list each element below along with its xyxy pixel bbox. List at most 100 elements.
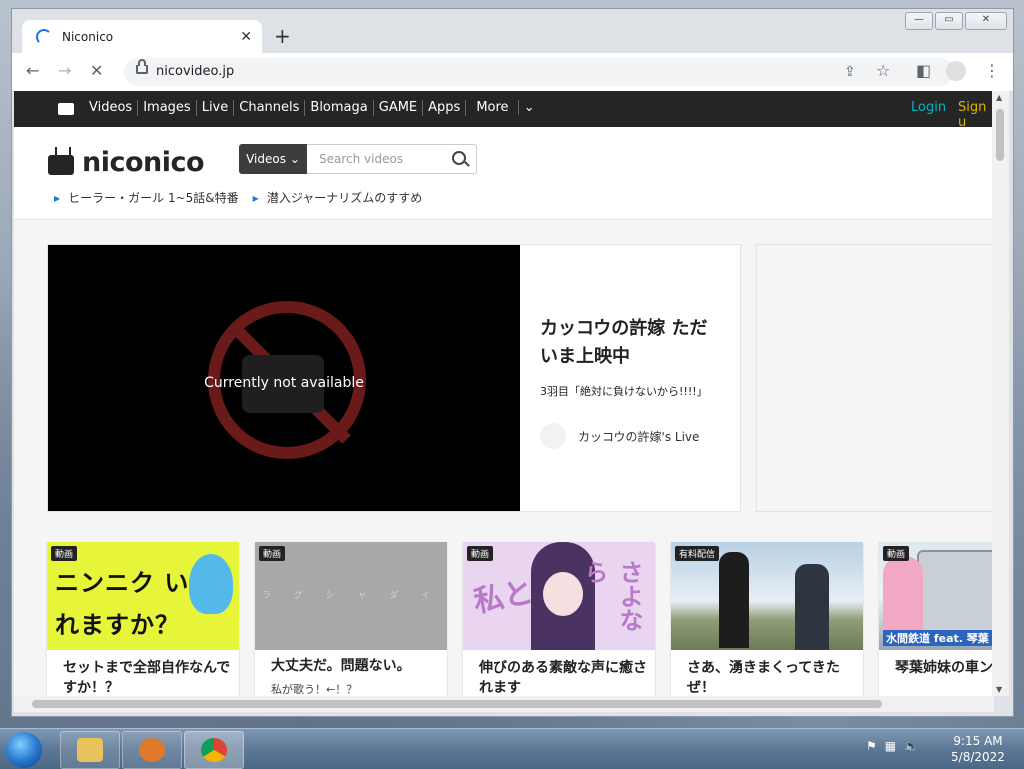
video-card[interactable]: 有料配信 さあ、湧きまくってきたぜ！ [671, 542, 863, 696]
action-center-flag-icon[interactable]: ⚑ [866, 739, 877, 753]
card-badge: 動画 [883, 546, 910, 561]
search-icon[interactable] [452, 151, 466, 165]
card-badge: 動画 [467, 546, 494, 561]
browser-toolbar: ← → ✕ nicovideo.jp ⇪ ☆ ◧ ⋮ [12, 53, 1013, 92]
page-viewport: Videos Images Live Channels Blomaga GAME… [14, 91, 994, 696]
start-button[interactable] [6, 732, 42, 768]
nav-blomaga[interactable]: Blomaga [304, 100, 372, 116]
folder-icon [77, 738, 103, 762]
video-player[interactable]: Currently not available [48, 245, 520, 511]
close-tab-icon[interactable]: ✕ [240, 29, 252, 45]
taskbar: ⚑ ▦ 🔈 9:15 AM 5/8/2022 [0, 728, 1024, 769]
network-icon[interactable]: ▦ [885, 739, 896, 753]
nav-channels[interactable]: Channels [233, 100, 304, 116]
card-title: さあ、湧きまくってきたぜ！ [687, 660, 840, 696]
person-illustration [795, 564, 829, 650]
card-badge: 動画 [259, 546, 286, 561]
scroll-down-icon[interactable]: ▼ [996, 685, 1002, 694]
volume-icon[interactable]: 🔈 [904, 739, 919, 753]
person-illustration [719, 552, 749, 648]
featured-subtitle: 3羽目「絶対に負けないから!!!!」 [540, 385, 708, 398]
loading-spinner-icon [36, 28, 52, 45]
card-thumbnail: 動画 水間鉄道 feat. 琴葉 [879, 542, 994, 650]
channel-avatar [540, 423, 566, 449]
train-illustration [917, 550, 994, 636]
card-thumbnail: 動画 ラ グ シ ャ ダ イ [255, 542, 447, 650]
login-link[interactable]: Login [911, 100, 946, 115]
menu-kebab-icon[interactable]: ⋮ [984, 62, 1000, 80]
chevron-down-icon: ⌄ [517, 100, 540, 115]
nav-apps[interactable]: Apps [422, 100, 465, 116]
back-arrow-icon[interactable]: ← [26, 62, 39, 80]
trending-tag-2[interactable]: 潜入ジャーナリズムのすすめ [253, 189, 422, 206]
media-player-icon [139, 738, 165, 762]
taskbar-chrome[interactable] [184, 731, 244, 769]
close-window-button[interactable]: ✕ [965, 12, 1007, 30]
taskbar-explorer[interactable] [60, 731, 120, 769]
video-card[interactable]: 動画 ラ グ シ ャ ダ イ 大丈夫だ。問題ない。 私が歌う！←！？ [255, 542, 447, 696]
tab-title: Niconico [62, 29, 114, 44]
card-thumbnail: 有料配信 [671, 542, 863, 650]
maximize-button[interactable]: ▭ [935, 12, 963, 30]
niconico-top-bar: Videos Images Live Channels Blomaga GAME… [14, 91, 994, 130]
minimize-button[interactable]: — [905, 12, 933, 30]
channel-name: カッコウの許嫁's Live [578, 429, 700, 444]
nav-more[interactable]: More ⌄ [465, 100, 544, 116]
scrollbar-thumb[interactable] [32, 700, 882, 708]
nav-live[interactable]: Live [195, 100, 234, 116]
browser-window: — ▭ ✕ Niconico ✕ + ← → ✕ nicovideo.jp ⇪ … [11, 8, 1014, 717]
horizontal-scrollbar[interactable] [14, 696, 994, 712]
nav-more-label: More [476, 100, 509, 115]
thumb-text: ニンニク いれますか？ [55, 569, 190, 639]
featured-info: カッコウの許嫁 ただいま上映中 3羽目「絶対に負けないから!!!!」 カッコウの… [540, 315, 720, 449]
search-type-label: Videos [246, 152, 286, 166]
vertical-scrollbar[interactable]: ▲ ▼ [992, 91, 1009, 696]
card-badge: 有料配信 [675, 546, 720, 561]
side-panel-icon[interactable]: ◧ [916, 62, 931, 80]
search-input[interactable] [317, 145, 451, 173]
featured-title[interactable]: カッコウの許嫁 ただいま上映中 [540, 315, 720, 371]
niconico-tv-icon[interactable] [58, 103, 74, 115]
featured-channel[interactable]: カッコウの許嫁's Live [540, 423, 720, 449]
trending-tag-1[interactable]: ヒーラー・ガール 1~5話&特番 [54, 189, 239, 206]
bookmark-star-icon[interactable]: ☆ [876, 62, 890, 80]
trending-tags: ヒーラー・ガール 1~5話&特番 潜入ジャーナリズムのすすめ [54, 189, 422, 206]
chevron-down-icon: ⌄ [289, 152, 300, 166]
card-thumbnail: 動画 私と さよなら [463, 542, 655, 650]
video-card[interactable]: 動画 ニンニク いれますか？ セットまで全部自作なんですか！？ [47, 542, 239, 696]
share-icon[interactable]: ⇪ [844, 63, 856, 81]
stop-loading-icon[interactable]: ✕ [90, 62, 103, 80]
thumb-text: ラ グ シ ャ ダ イ [261, 591, 441, 601]
niconico-logo[interactable]: niconico [48, 147, 228, 178]
character-illustration [189, 554, 233, 614]
browser-tab[interactable]: Niconico ✕ [22, 20, 262, 53]
card-title: 伸びのある素敵な声に癒されます [479, 660, 647, 696]
scrollbar-thumb[interactable] [996, 109, 1004, 161]
search-type-select[interactable]: Videos ⌄ [239, 144, 307, 174]
side-ad-panel [756, 244, 994, 512]
video-card[interactable]: 動画 水間鉄道 feat. 琴葉 琴葉姉妹の車ンス！ [879, 542, 994, 696]
service-nav: Videos Images Live Channels Blomaga GAME… [84, 100, 545, 116]
card-title: セットまで全部自作なんですか！？ [63, 660, 231, 696]
player-message: Currently not available [204, 375, 364, 391]
video-card[interactable]: 動画 私と さよなら 伸びのある素敵な声に癒されます [463, 542, 655, 696]
nav-game[interactable]: GAME [372, 100, 422, 116]
nav-images[interactable]: Images [137, 100, 196, 116]
scroll-up-icon[interactable]: ▲ [996, 93, 1002, 102]
system-tray: ⚑ ▦ 🔈 [866, 739, 919, 753]
forward-arrow-icon[interactable]: → [58, 62, 71, 80]
url-text: nicovideo.jp [156, 64, 235, 79]
signup-link[interactable]: Sign u [958, 100, 994, 130]
nav-videos[interactable]: Videos [84, 100, 137, 116]
card-title: 大丈夫だ。問題ない。 [271, 658, 411, 674]
thumb-text-right: さよなら [580, 560, 643, 632]
card-title: 琴葉姉妹の車ンス！ [895, 660, 994, 676]
thumb-caption: 水間鉄道 feat. 琴葉 [883, 630, 992, 646]
taskbar-media-player[interactable] [122, 731, 182, 769]
search-box [307, 144, 477, 174]
profile-avatar-icon[interactable] [946, 61, 966, 81]
address-bar[interactable]: nicovideo.jp [124, 58, 954, 86]
featured-live-panel: Currently not available カッコウの許嫁 ただいま上映中 … [47, 244, 741, 512]
new-tab-button[interactable]: + [274, 25, 291, 47]
clock[interactable]: 9:15 AM 5/8/2022 [938, 733, 1018, 765]
